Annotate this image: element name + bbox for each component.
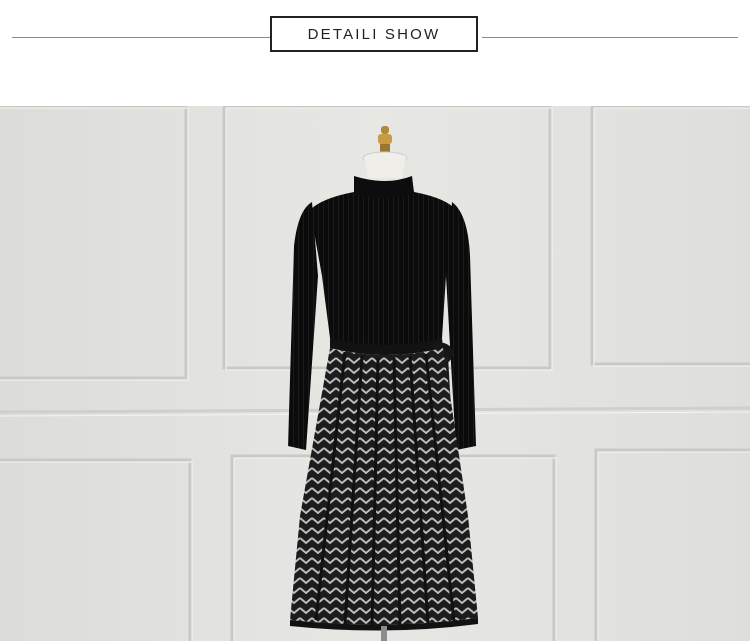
section-title: DETAILI SHOW <box>307 25 441 43</box>
section-title-box: DETAILI SHOW <box>270 16 478 52</box>
header-rule-left <box>12 37 270 38</box>
section-header: DETAILI SHOW <box>0 0 750 75</box>
dress-bodice <box>310 178 456 346</box>
header-rule-right <box>482 37 738 38</box>
product-photo <box>0 106 750 641</box>
mannequin-stand <box>381 626 387 641</box>
